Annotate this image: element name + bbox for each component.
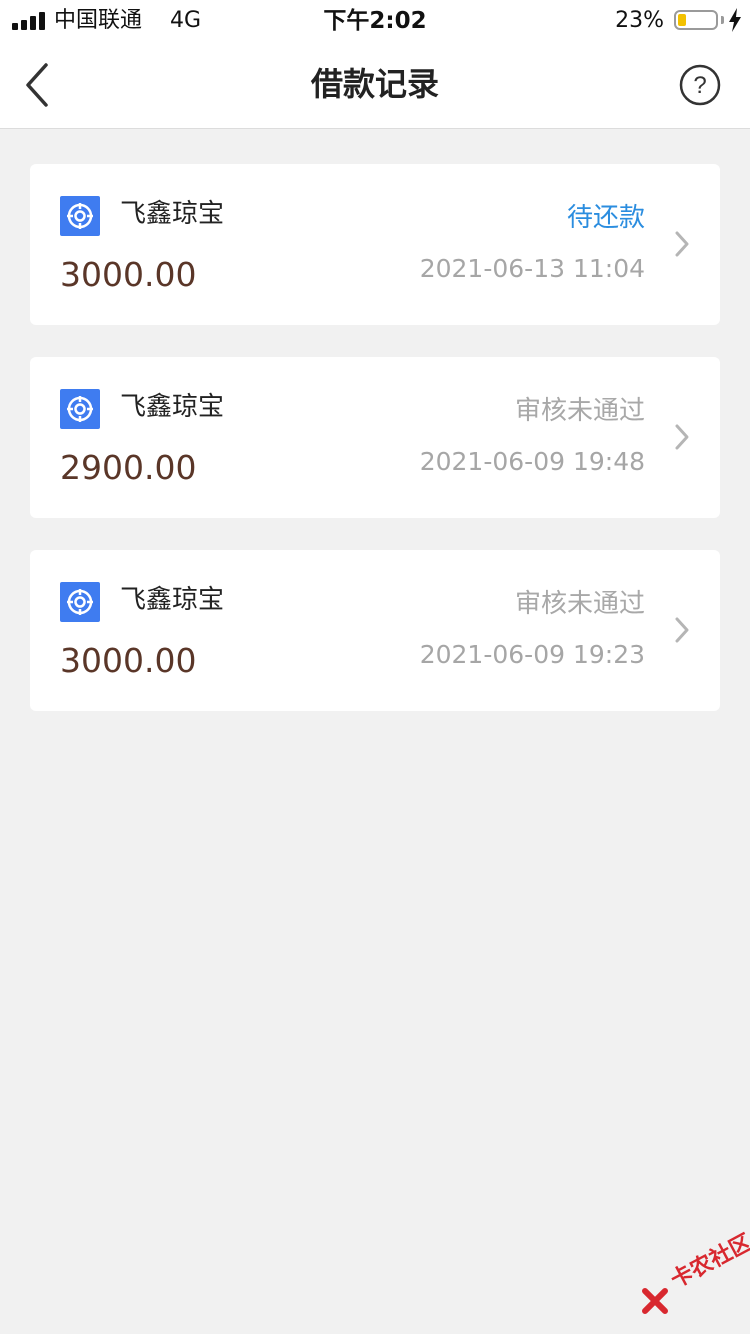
battery-percent: 23% bbox=[615, 8, 664, 33]
page-title: 借款记录 bbox=[310, 65, 439, 103]
loan-record-card[interactable]: 飞鑫琼宝 2900.00 审核未通过 2021-06-09 19:48 bbox=[30, 357, 720, 518]
battery-level bbox=[678, 14, 686, 26]
loan-status: 审核未通过 bbox=[514, 589, 645, 619]
app-logo-icon bbox=[60, 196, 100, 236]
app-logo-icon bbox=[60, 582, 100, 622]
loan-amount: 3000.00 bbox=[60, 641, 197, 680]
loan-record-card[interactable]: 飞鑫琼宝 3000.00 审核未通过 2021-06-09 19:23 bbox=[30, 550, 720, 711]
loan-amount: 3000.00 bbox=[60, 255, 197, 294]
loan-status: 审核未通过 bbox=[514, 396, 645, 426]
watermark-icon bbox=[642, 1288, 668, 1314]
loan-datetime: 2021-06-13 11:04 bbox=[419, 254, 645, 283]
watermark-logo: 卡农社区 bbox=[642, 1230, 750, 1316]
loan-status: 待还款 bbox=[566, 203, 645, 233]
charging-icon bbox=[729, 8, 741, 32]
loan-record-card[interactable]: 飞鑫琼宝 3000.00 待还款 2021-06-13 11:04 bbox=[30, 164, 720, 325]
loan-amount: 2900.00 bbox=[60, 448, 197, 487]
loan-datetime: 2021-06-09 19:23 bbox=[419, 640, 645, 669]
battery-cap bbox=[721, 16, 724, 24]
app-logo-icon bbox=[60, 389, 100, 429]
chevron-right-icon bbox=[675, 231, 689, 257]
help-circle-icon[interactable]: ? bbox=[678, 63, 722, 107]
chevron-right-icon bbox=[675, 617, 689, 643]
svg-text:?: ? bbox=[693, 72, 706, 99]
nav-bar: 借款记录 ? bbox=[0, 42, 750, 129]
battery-icon bbox=[674, 10, 718, 30]
status-bar: 中国联通 4G 下午2:02 23% bbox=[0, 0, 750, 42]
chevron-right-icon bbox=[675, 424, 689, 450]
app-name: 飞鑫琼宝 bbox=[120, 199, 225, 229]
app-name: 飞鑫琼宝 bbox=[120, 585, 225, 615]
watermark-text: 卡农社区 bbox=[666, 1229, 750, 1294]
loan-datetime: 2021-06-09 19:48 bbox=[419, 447, 645, 476]
app-name: 飞鑫琼宝 bbox=[120, 392, 225, 422]
